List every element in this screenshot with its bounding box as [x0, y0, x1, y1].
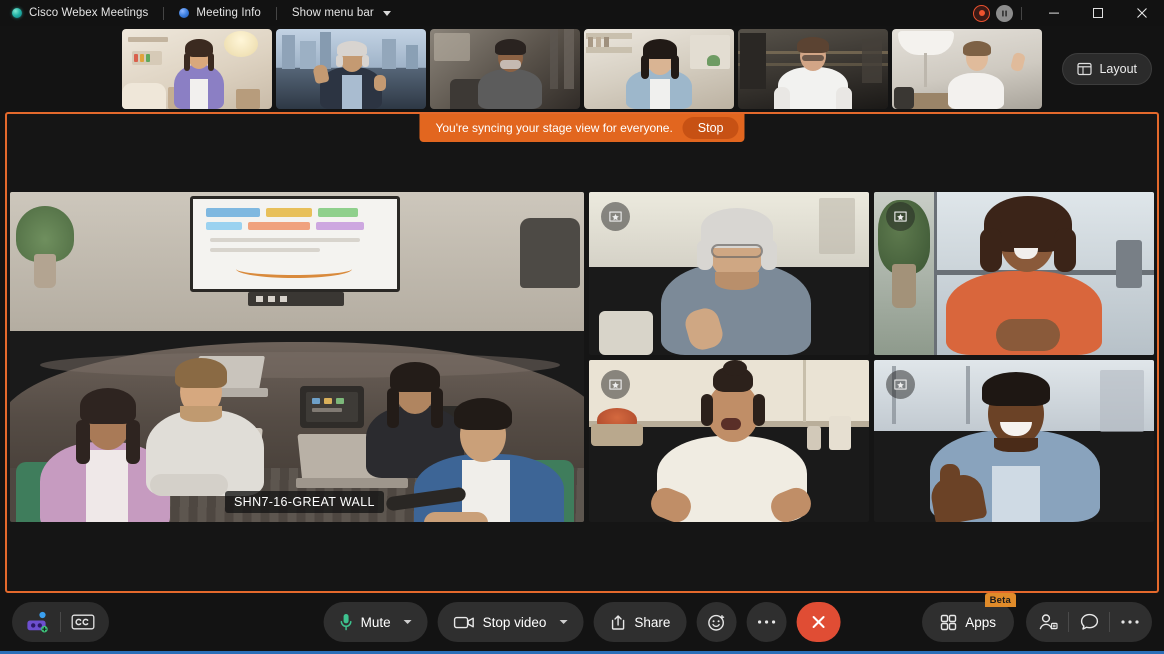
meeting-controls-toolbar: Mute Stop video Share Beta Apps [0, 593, 1164, 651]
layout-grid-icon [1077, 62, 1093, 76]
participant-thumb-5[interactable] [738, 29, 888, 109]
stage-pin-icon[interactable] [886, 369, 915, 399]
stage-pin-icon[interactable] [601, 369, 630, 399]
minimize-icon[interactable] [1032, 0, 1076, 26]
stop-sync-button[interactable]: Stop [682, 117, 739, 139]
show-menu-bar-label: Show menu bar [291, 7, 374, 19]
maximize-icon[interactable] [1076, 0, 1120, 26]
reactions-smiley-icon [707, 613, 726, 632]
webex-ai-assistant-icon[interactable] [16, 605, 60, 639]
end-call-icon [810, 614, 826, 630]
stage-tile-participant-2[interactable] [874, 192, 1154, 355]
participants-icon [1038, 613, 1058, 631]
end-call-button[interactable] [796, 602, 841, 642]
mute-button-label: Mute [360, 614, 391, 630]
meeting-info-button[interactable]: Meeting Info [177, 0, 263, 26]
app-title-label: Cisco Webex Meetings [29, 7, 149, 19]
participant-thumb-3[interactable] [430, 29, 580, 109]
stop-video-button[interactable]: Stop video [437, 602, 584, 642]
share-button[interactable]: Share [593, 602, 687, 642]
stage-pin-icon[interactable] [886, 202, 915, 231]
room-name-label: SHN7-16-GREAT WALL [225, 491, 384, 513]
stage-column-right [874, 192, 1154, 522]
stage-tile-participant-4[interactable] [874, 359, 1154, 522]
divider [1021, 6, 1022, 20]
pause-recording-icon[interactable] [996, 4, 1013, 22]
app-title: Cisco Webex Meetings [10, 0, 150, 26]
webex-meetings-window: Cisco Webex Meetings Meeting Info Show m… [0, 0, 1164, 654]
share-screen-icon [609, 614, 626, 631]
participant-thumb-1[interactable] [122, 29, 272, 109]
apps-button[interactable]: Beta Apps [922, 593, 1016, 642]
more-options-icon [756, 619, 776, 625]
chat-button[interactable] [1069, 605, 1109, 639]
microphone-icon [340, 613, 353, 631]
show-menu-bar-button[interactable]: Show menu bar [290, 0, 393, 26]
chevron-down-icon[interactable] [403, 620, 412, 624]
stage-tile-conference-room[interactable]: SHN7-16-GREAT WALL [10, 192, 584, 522]
secondary-controls: Beta Apps [922, 593, 1152, 642]
mute-button[interactable]: Mute [323, 602, 428, 642]
chevron-down-icon[interactable] [559, 620, 568, 624]
primary-controls: Mute Stop video Share [323, 602, 841, 642]
divider [275, 6, 277, 20]
title-bar: Cisco Webex Meetings Meeting Info Show m… [0, 0, 1164, 26]
apps-grid-icon [940, 614, 957, 631]
stop-video-button-label: Stop video [482, 614, 547, 630]
shared-stage-area: You're syncing your stage view for every… [5, 112, 1159, 593]
more-panels-button[interactable] [1110, 605, 1150, 639]
layout-button[interactable]: Layout [1062, 53, 1152, 85]
apps-beta-badge: Beta [984, 593, 1016, 607]
meeting-info-icon [179, 8, 190, 18]
participant-thumb-6[interactable] [892, 29, 1042, 109]
layout-button-label: Layout [1099, 62, 1137, 76]
stage-column-middle [589, 192, 869, 522]
stage-video-grid: SHN7-16-GREAT WALL [10, 192, 1154, 522]
panel-toggle-group [1026, 602, 1152, 642]
stage-tile-participant-3[interactable] [589, 359, 869, 522]
window-controls [973, 0, 1164, 26]
more-options-icon [1120, 619, 1140, 625]
divider [163, 6, 165, 20]
apps-button-label: Apps [965, 614, 996, 630]
stage-pin-icon[interactable] [601, 202, 630, 231]
participants-button[interactable] [1028, 605, 1068, 639]
stage-sync-banner: You're syncing your stage view for every… [419, 114, 745, 142]
participant-thumb-4[interactable] [584, 29, 734, 109]
webex-logo-icon [12, 8, 22, 18]
closed-captions-icon[interactable] [61, 605, 105, 639]
share-button-label: Share [634, 614, 671, 630]
record-icon[interactable] [973, 4, 990, 22]
reactions-button[interactable] [696, 602, 737, 642]
chat-bubble-icon [1080, 613, 1099, 631]
participant-filmstrip: Layout [0, 26, 1164, 112]
stage-main-column: SHN7-16-GREAT WALL [10, 192, 584, 522]
stage-right-columns [589, 192, 1154, 522]
chevron-down-icon [382, 10, 391, 16]
more-options-button[interactable] [746, 602, 787, 642]
participant-thumb-2[interactable] [276, 29, 426, 109]
close-icon[interactable] [1120, 0, 1164, 26]
video-camera-icon [453, 615, 475, 630]
stage-sync-banner-text: You're syncing your stage view for every… [435, 121, 673, 135]
assistant-captions-group [12, 602, 109, 642]
meeting-info-label: Meeting Info [196, 7, 261, 19]
stage-tile-participant-1[interactable] [589, 192, 869, 355]
